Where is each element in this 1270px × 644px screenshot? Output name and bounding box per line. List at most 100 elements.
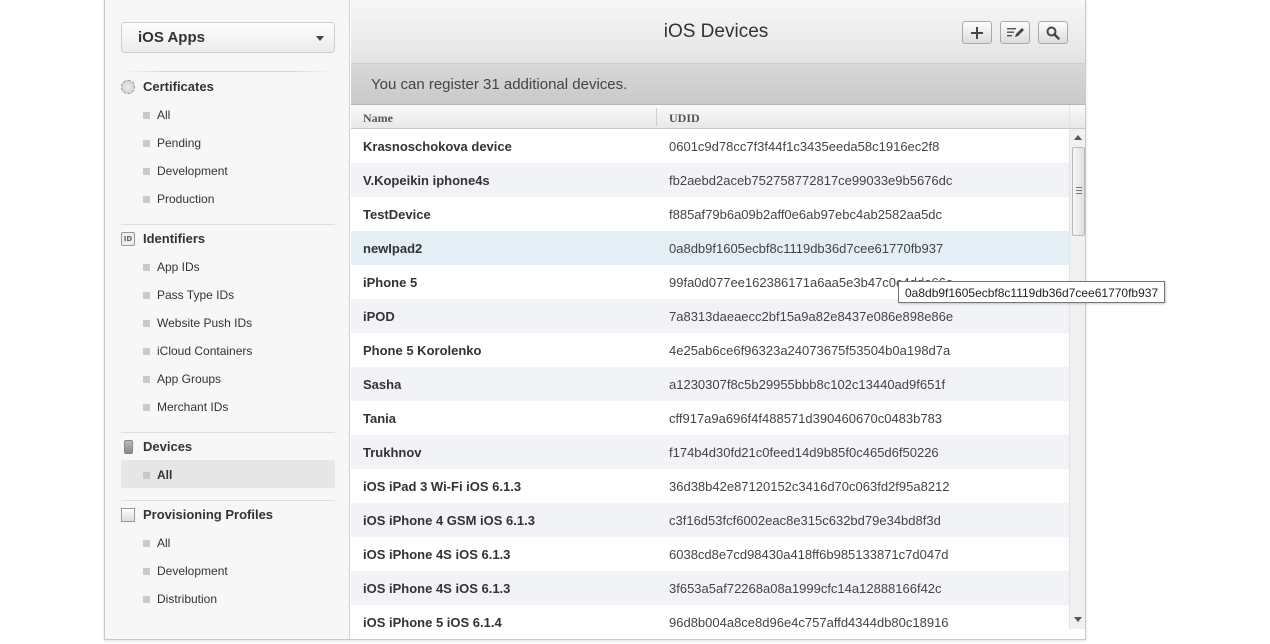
table-row[interactable]: TestDevice f885af79b6a09b2aff0e6ab97ebc4a… bbox=[351, 197, 1069, 231]
section-provisioning-profiles: Provisioning Profiles All Development Di… bbox=[121, 504, 335, 612]
divider bbox=[121, 500, 335, 501]
sidebar-item-icloud-containers[interactable]: iCloud Containers bbox=[121, 336, 335, 364]
sidebar-item-certificates-production[interactable]: Production bbox=[121, 184, 335, 212]
sidebar-item-merchant-ids[interactable]: Merchant IDs bbox=[121, 392, 335, 420]
add-device-button[interactable] bbox=[962, 21, 992, 44]
divider bbox=[121, 432, 335, 433]
device-udid-cell: a1230307f8c5b29955bbb8c102c13440ad9f651f bbox=[669, 377, 946, 392]
device-name-cell: iOS iPad 3 Wi-Fi iOS 6.1.3 bbox=[363, 479, 522, 494]
app-type-select[interactable]: iOS Apps bbox=[121, 22, 335, 53]
grip-line bbox=[1076, 187, 1082, 188]
table-row[interactable]: iOS iPhone 4 GSM iOS 6.1.3 c3f16d53fcf600… bbox=[351, 503, 1069, 537]
main-window: iOS Apps Certificates All Pending Develo… bbox=[104, 0, 1086, 640]
column-header-name[interactable]: Name bbox=[363, 111, 393, 126]
edit-icon bbox=[1007, 27, 1024, 37]
section-title: Certificates bbox=[143, 79, 214, 94]
table-row[interactable]: Sasha a1230307f8c5b29955bbb8c102c13440ad9… bbox=[351, 367, 1069, 401]
section-title: Identifiers bbox=[143, 231, 206, 246]
chevron-down-icon bbox=[316, 36, 324, 41]
sidebar-item-profiles-distribution[interactable]: Distribution bbox=[121, 584, 335, 612]
table-row[interactable]: Trukhnov f174b4d30fd21c0feed14d9b85f0c465… bbox=[351, 435, 1069, 469]
search-button[interactable] bbox=[1038, 21, 1068, 44]
table-row[interactable]: Phone 5 Korolenko 4e25ab6ce6f96323a240736… bbox=[351, 333, 1069, 367]
device-udid-cell: 0a8db9f1605ecbf8c1119db36d7cee61770fb937 bbox=[669, 241, 944, 256]
table-header-corner bbox=[1069, 105, 1085, 129]
table-body: Krasnoschokova device 0601c9d78cc7f3f44f1… bbox=[351, 129, 1069, 639]
search-icon bbox=[1046, 26, 1060, 40]
scroll-down-arrow-icon[interactable] bbox=[1074, 617, 1082, 622]
device-udid-cell: cff917a9a696f4f488571d390460670c0483b783 bbox=[669, 411, 943, 426]
section-title: Provisioning Profiles bbox=[143, 507, 274, 522]
device-udid-cell: 7a8313daeaecc2bf15a9a82e8437e086e898e86e bbox=[669, 309, 954, 324]
table-row[interactable]: newIpad2 0a8db9f1605ecbf8c1119db36d7cee61… bbox=[351, 231, 1069, 265]
scroll-up-arrow-icon[interactable] bbox=[1074, 135, 1082, 140]
device-name-cell: Krasnoschokova device bbox=[363, 139, 512, 154]
edit-button[interactable] bbox=[1000, 21, 1030, 44]
bullet-icon bbox=[143, 348, 150, 355]
id-icon: ID bbox=[121, 232, 135, 246]
bullet-icon bbox=[143, 568, 150, 575]
bullet-icon bbox=[143, 140, 150, 147]
column-header-udid[interactable]: UDID bbox=[669, 111, 700, 126]
sidebar: iOS Apps Certificates All Pending Develo… bbox=[105, 0, 350, 639]
device-name-cell: newIpad2 bbox=[363, 241, 423, 256]
grip-line bbox=[1076, 190, 1082, 191]
page-header: iOS Devices bbox=[351, 0, 1085, 64]
device-udid-cell: 3f653a5af72268a08a1999cfc14a12888166f42c bbox=[669, 581, 942, 596]
sidebar-item-label: Pass Type IDs bbox=[157, 288, 235, 302]
sidebar-item-label: App Groups bbox=[157, 372, 222, 386]
bullet-icon bbox=[143, 320, 150, 327]
table-row[interactable]: iOS iPhone 5 iOS 6.1.4 96d8b004a8ce8d96e4… bbox=[351, 605, 1069, 639]
device-name-cell: V.Kopeikin iphone4s bbox=[363, 173, 490, 188]
bullet-icon bbox=[143, 292, 150, 299]
bullet-icon bbox=[143, 404, 150, 411]
sidebar-item-certificates-all[interactable]: All bbox=[121, 100, 335, 128]
bullet-icon bbox=[143, 196, 150, 203]
section-header-devices: Devices bbox=[121, 436, 335, 460]
table-row[interactable]: iOS iPhone 4S iOS 6.1.3 6038cd8e7cd98430a… bbox=[351, 537, 1069, 571]
sidebar-item-certificates-pending[interactable]: Pending bbox=[121, 128, 335, 156]
table-row[interactable]: V.Kopeikin iphone4s fb2aebd2aceb752758772… bbox=[351, 163, 1069, 197]
table-header: Name UDID bbox=[351, 105, 1069, 129]
device-name-cell: iOS iPhone 5 iOS 6.1.4 bbox=[363, 615, 502, 630]
sidebar-item-label: Pending bbox=[157, 136, 202, 150]
sidebar-item-label: All bbox=[157, 468, 173, 482]
scrollbar-thumb[interactable] bbox=[1072, 147, 1085, 236]
section-header-certificates: Certificates bbox=[121, 76, 335, 100]
section-title: Devices bbox=[143, 439, 193, 454]
sidebar-item-label: Merchant IDs bbox=[157, 400, 229, 414]
section-header-provisioning-profiles: Provisioning Profiles bbox=[121, 504, 335, 528]
table-row[interactable]: Tania cff917a9a696f4f488571d390460670c048… bbox=[351, 401, 1069, 435]
device-name-cell: Phone 5 Korolenko bbox=[363, 343, 482, 358]
sidebar-item-label: Production bbox=[157, 192, 215, 206]
divider bbox=[121, 224, 335, 225]
sidebar-item-label: iCloud Containers bbox=[157, 344, 253, 358]
device-name-cell: iPOD bbox=[363, 309, 395, 324]
bullet-icon bbox=[143, 112, 150, 119]
device-udid-cell: 6038cd8e7cd98430a418ff6b985133871c7d047d bbox=[669, 547, 949, 562]
devices-table: Name UDID Krasnoschokova device 0601c9d78… bbox=[351, 105, 1069, 639]
bullet-icon bbox=[143, 596, 150, 603]
add-icon bbox=[971, 26, 983, 39]
device-udid-cell: 0601c9d78cc7f3f44f1c3435eeda58c1916ec2f8 bbox=[669, 139, 940, 154]
sidebar-item-certificates-development[interactable]: Development bbox=[121, 156, 335, 184]
device-udid-cell: 36d38b42e87120152c3416d70c063fd2f95a8212 bbox=[669, 479, 950, 494]
sidebar-item-app-groups[interactable]: App Groups bbox=[121, 364, 335, 392]
sidebar-item-pass-type-ids[interactable]: Pass Type IDs bbox=[121, 280, 335, 308]
sidebar-item-devices-all[interactable]: All bbox=[121, 460, 335, 488]
table-row[interactable]: iOS iPad 3 Wi-Fi iOS 6.1.3 36d38b42e87120… bbox=[351, 469, 1069, 503]
sidebar-item-profiles-all[interactable]: All bbox=[121, 528, 335, 556]
section-header-identifiers: ID Identifiers bbox=[121, 228, 335, 252]
sidebar-item-website-push-ids[interactable]: Website Push IDs bbox=[121, 308, 335, 336]
section-identifiers: ID Identifiers App IDs Pass Type IDs Web… bbox=[121, 228, 335, 420]
sidebar-item-app-ids[interactable]: App IDs bbox=[121, 252, 335, 280]
section-certificates: Certificates All Pending Development Pro… bbox=[121, 76, 335, 212]
table-row[interactable]: iOS iPhone 4S iOS 6.1.3 3f653a5af72268a08… bbox=[351, 571, 1069, 605]
sidebar-item-profiles-development[interactable]: Development bbox=[121, 556, 335, 584]
column-divider bbox=[656, 108, 657, 126]
info-banner: You can register 31 additional devices. bbox=[351, 64, 1085, 105]
device-name-cell: iOS iPhone 4 GSM iOS 6.1.3 bbox=[363, 513, 535, 528]
table-row[interactable]: iPOD 7a8313daeaecc2bf15a9a82e8437e086e898… bbox=[351, 299, 1069, 333]
table-row[interactable]: Krasnoschokova device 0601c9d78cc7f3f44f1… bbox=[351, 129, 1069, 163]
vertical-scrollbar[interactable] bbox=[1069, 129, 1085, 629]
